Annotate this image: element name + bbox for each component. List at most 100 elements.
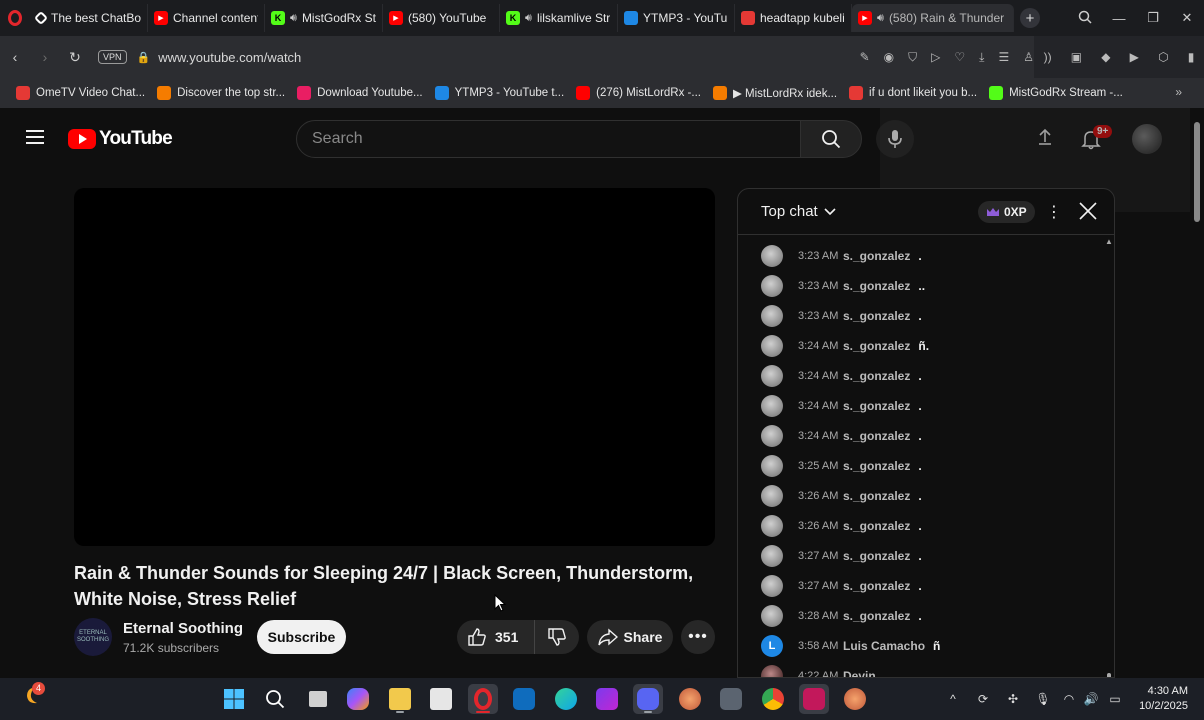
edge-icon[interactable] bbox=[551, 684, 581, 714]
xp-badge[interactable]: 0XP bbox=[978, 201, 1035, 223]
chat-user-avatar[interactable] bbox=[761, 575, 783, 597]
opera-menu-icon[interactable] bbox=[0, 0, 30, 36]
edit-icon[interactable]: ✎ bbox=[860, 50, 870, 64]
bookmark-item[interactable]: if u dont likeit you b... bbox=[843, 86, 983, 100]
chat-author-name[interactable]: Luis Camacho bbox=[843, 639, 925, 653]
youtube-logo[interactable]: YouTube bbox=[68, 128, 173, 150]
chat-message[interactable]: 3:24 AM s._gonzalez. bbox=[738, 361, 1104, 391]
volume-icon[interactable]: 🔊 bbox=[1080, 692, 1102, 706]
chat-author-name[interactable]: s._gonzalez bbox=[843, 579, 910, 593]
chat-author-name[interactable]: s._gonzalez bbox=[843, 309, 910, 323]
chat-message[interactable]: 3:27 AM s._gonzalez. bbox=[738, 571, 1104, 601]
chat-author-name[interactable]: s._gonzalez bbox=[843, 429, 910, 443]
browser-tab[interactable]: headtapp kubelis bbox=[735, 4, 852, 32]
reload-button[interactable]: ↻ bbox=[60, 49, 90, 66]
browser-tab[interactable]: YTMP3 - YouTube bbox=[618, 4, 735, 32]
like-button[interactable]: 351 bbox=[457, 620, 535, 654]
search-tabs-icon[interactable] bbox=[1068, 10, 1102, 27]
chat-user-avatar[interactable] bbox=[761, 605, 783, 627]
chat-message[interactable]: 3:23 AM s._gonzalez. bbox=[738, 241, 1104, 271]
chat-user-avatar[interactable] bbox=[761, 515, 783, 537]
dislike-button[interactable] bbox=[535, 627, 579, 647]
download-icon[interactable]: ⤓ bbox=[979, 50, 984, 65]
bookmark-item[interactable]: (276) MistLordRx -... bbox=[570, 86, 707, 100]
lock-icon[interactable]: 🔒 bbox=[137, 51, 151, 64]
chat-author-name[interactable]: s._gonzalez bbox=[843, 609, 910, 623]
play-icon[interactable]: ▷ bbox=[931, 50, 940, 64]
browser-tab[interactable]: K 🔊︎ MistGodRx St bbox=[265, 4, 383, 32]
wifi-icon[interactable]: ◠ bbox=[1058, 692, 1080, 706]
speaker-icon[interactable]: 🔊︎ bbox=[290, 12, 297, 25]
shield-icon[interactable]: ⛉ bbox=[908, 50, 917, 65]
bookmark-item[interactable]: Discover the top str... bbox=[151, 86, 291, 100]
cube-icon[interactable]: ⬡ bbox=[1158, 50, 1168, 64]
chat-message[interactable]: 3:24 AM s._gonzalez. bbox=[738, 391, 1104, 421]
chat-author-name[interactable]: s._gonzalez bbox=[843, 489, 910, 503]
chat-message[interactable]: L 3:58 AM Luis Camacho ñ bbox=[738, 631, 1104, 661]
bookmark-item[interactable]: Download Youtube... bbox=[291, 86, 429, 100]
chat-author-name[interactable]: s._gonzalez bbox=[843, 549, 910, 563]
speaker-icon[interactable]: 🔊︎ bbox=[525, 12, 532, 25]
close-chat-button[interactable] bbox=[1078, 201, 1098, 226]
chat-user-avatar[interactable] bbox=[761, 455, 783, 477]
bookmark-item[interactable]: ▶ MistLordRx idek... bbox=[707, 86, 843, 100]
battery-icon[interactable]: ▭ bbox=[1102, 692, 1128, 706]
chat-message[interactable]: 3:23 AM s._gonzalez.. bbox=[738, 271, 1104, 301]
chat-author-name[interactable]: s._gonzalez bbox=[843, 369, 910, 383]
url-field[interactable]: www.youtube.com/watch bbox=[158, 50, 301, 65]
opera-icon[interactable] bbox=[468, 684, 498, 714]
chevron-up-icon[interactable]: ^ bbox=[938, 692, 968, 706]
bookmark-item[interactable]: MistGodRx Stream -... bbox=[983, 86, 1129, 100]
chat-message[interactable]: 3:24 AM s._gonzalez ñ. bbox=[738, 331, 1104, 361]
start-button[interactable] bbox=[219, 684, 249, 714]
page-scrollbar[interactable] bbox=[1190, 108, 1204, 678]
search-input[interactable] bbox=[297, 121, 801, 157]
extension-icon[interactable]: ▣ bbox=[1071, 50, 1082, 64]
chat-author-name[interactable]: s._gonzalez bbox=[843, 249, 910, 263]
clipchamp-icon[interactable] bbox=[592, 684, 622, 714]
forward-button[interactable]: › bbox=[30, 49, 60, 65]
page-scroll-thumb[interactable] bbox=[1194, 122, 1200, 222]
browser-tab[interactable]: ▶ Channel content bbox=[148, 4, 265, 32]
chat-author-name[interactable]: s._gonzalez bbox=[843, 339, 910, 353]
new-tab-button[interactable]: + bbox=[1020, 8, 1040, 28]
microsoft-store-icon[interactable] bbox=[426, 684, 456, 714]
file-explorer-icon[interactable] bbox=[385, 684, 415, 714]
profile-icon[interactable]: ♙ bbox=[1023, 50, 1034, 64]
channel-avatar[interactable]: ETERNAL SOOTHING bbox=[74, 618, 112, 656]
recording-app-icon[interactable] bbox=[799, 684, 829, 714]
easy-setup-icon[interactable]: ☰ bbox=[998, 50, 1009, 64]
chat-message[interactable]: 3:26 AM s._gonzalez. bbox=[738, 511, 1104, 541]
chat-author-name[interactable]: s._gonzalez bbox=[843, 279, 910, 293]
back-button[interactable]: ‹ bbox=[0, 49, 30, 65]
chat-author-name[interactable]: Devin bbox=[843, 669, 876, 677]
weather-widget[interactable]: 4 bbox=[22, 682, 45, 711]
chat-author-name[interactable]: s._gonzalez bbox=[843, 459, 910, 473]
copilot-icon[interactable] bbox=[343, 684, 373, 714]
sync-icon[interactable]: ⟳ bbox=[968, 692, 998, 706]
camera-icon[interactable] bbox=[716, 684, 746, 714]
chat-scrollbar[interactable]: ▲ bbox=[1104, 235, 1114, 677]
chat-message[interactable]: 3:24 AM s._gonzalez. bbox=[738, 421, 1104, 451]
search-button[interactable] bbox=[800, 120, 862, 158]
video-player[interactable] bbox=[74, 188, 715, 546]
chat-user-avatar[interactable] bbox=[761, 245, 783, 267]
bluetooth-icon[interactable]: ✣ bbox=[998, 692, 1028, 706]
extension-icon[interactable]: ▶ bbox=[1130, 50, 1139, 64]
chat-user-avatar[interactable] bbox=[761, 665, 783, 677]
chat-author-name[interactable]: s._gonzalez bbox=[843, 519, 910, 533]
chat-user-avatar[interactable] bbox=[761, 335, 783, 357]
chrome-icon[interactable] bbox=[758, 684, 788, 714]
chat-mode-dropdown[interactable]: Top chat bbox=[761, 203, 836, 220]
chat-message[interactable]: 4:22 AM Devin. bbox=[738, 661, 1104, 677]
chat-user-avatar[interactable] bbox=[761, 305, 783, 327]
close-window-button[interactable]: ✕ bbox=[1170, 10, 1204, 26]
camera-icon[interactable]: ◉ bbox=[884, 50, 894, 64]
minimize-button[interactable]: — bbox=[1102, 11, 1136, 26]
more-actions-button[interactable]: ••• bbox=[681, 620, 715, 654]
heart-icon[interactable]: ♡ bbox=[954, 50, 965, 64]
channel-name[interactable]: Eternal Soothing bbox=[123, 620, 243, 637]
discord-icon[interactable] bbox=[633, 684, 663, 714]
maximize-button[interactable]: ❐ bbox=[1136, 10, 1170, 26]
chevron-right-icon[interactable]: » bbox=[1175, 85, 1182, 99]
